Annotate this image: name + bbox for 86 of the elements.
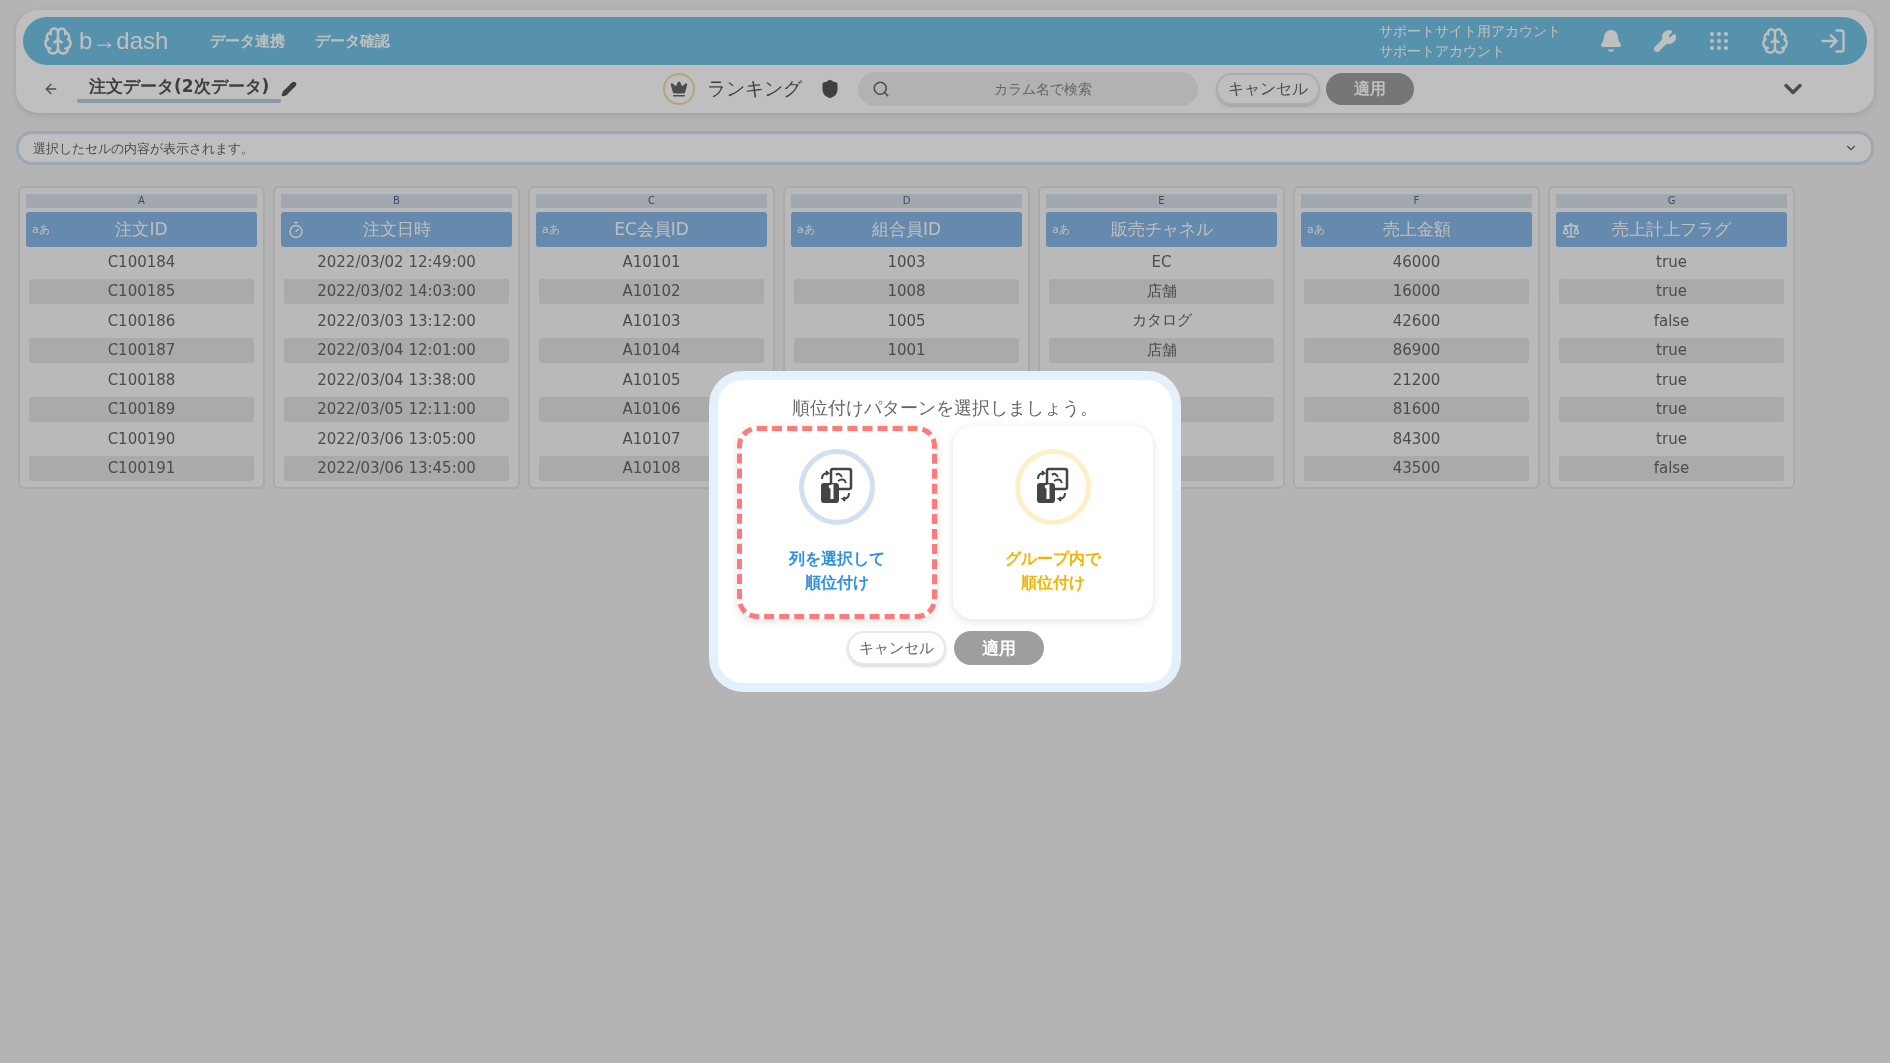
table-cell: 86900 (1304, 337, 1529, 363)
table-cell: 1001 (794, 337, 1019, 363)
table-cell: C100189 (29, 396, 254, 422)
table-cell: 16000 (1304, 278, 1529, 304)
column-letter: C (536, 194, 767, 208)
logo-text: b→dash (79, 27, 169, 55)
cell-preview-field[interactable]: 選択したセルの内容が表示されます。 (16, 131, 1874, 165)
table-cell: A10102 (539, 278, 764, 304)
table-cell: C100185 (29, 278, 254, 304)
mode-label: ランキング (706, 76, 802, 101)
table-cell-text: true (1655, 428, 1688, 450)
table-cell: 43500 (1304, 455, 1529, 481)
column-header[interactable]: aあ 注文ID (26, 212, 257, 247)
column-letter: D (791, 194, 1022, 208)
table-cell: C100191 (29, 455, 254, 481)
column-letter: E (1046, 194, 1277, 208)
text-type-icon: aあ (542, 222, 560, 237)
table-cell: 店舗 (1049, 278, 1274, 304)
column-letter: A (26, 194, 257, 208)
logo[interactable]: b→dash (43, 26, 169, 56)
table-cell-text: 21200 (1391, 369, 1442, 391)
column-header[interactable]: 売上計上フラグ (1556, 212, 1787, 247)
text-type-icon: aあ (1307, 222, 1325, 237)
pencil-icon[interactable] (281, 81, 298, 97)
table-cell: 店舗 (1049, 337, 1274, 363)
table-cell-text: 1005 (886, 310, 927, 332)
table-cell: 2022/03/02 14:03:00 (284, 278, 509, 304)
table-cell-text: 2022/03/02 12:49:00 (316, 251, 477, 273)
stopwatch-icon (287, 220, 305, 239)
table-cell: 81600 (1304, 396, 1529, 422)
table-cell-text: C100190 (106, 428, 177, 450)
cancel-button[interactable]: キャンセル (846, 631, 946, 665)
table-cell-text: false (1652, 310, 1691, 332)
cancel-button[interactable]: キャンセル (1215, 73, 1320, 105)
text-type-icon: aあ (32, 222, 50, 237)
search-icon (871, 80, 890, 98)
table-cell: 1008 (794, 278, 1019, 304)
column-letter: G (1556, 194, 1787, 208)
nav-link[interactable]: データ確認 (315, 31, 391, 51)
table-cell: true (1559, 278, 1784, 304)
table-cell-text: A10101 (621, 251, 682, 273)
table-cell: 2022/03/06 13:45:00 (284, 455, 509, 481)
table-cell-text: true (1655, 251, 1688, 273)
column-header[interactable]: 注文日時 (281, 212, 512, 247)
table-cell-text: C100184 (106, 251, 177, 273)
table-cell: 2022/03/05 12:11:00 (284, 396, 509, 422)
table-cell-text: true (1655, 369, 1688, 391)
table-cell-text: 84300 (1391, 428, 1442, 450)
table-cell-text: C100188 (106, 369, 177, 391)
table-cell-text: 2022/03/04 13:38:00 (316, 369, 477, 391)
back-icon[interactable] (43, 81, 59, 97)
table-cell: true (1559, 337, 1784, 363)
table-cell-text: 2022/03/03 13:12:00 (316, 310, 477, 332)
nav-link[interactable]: データ連携 (210, 31, 286, 51)
table-cell-text: 1003 (886, 251, 927, 273)
column-header[interactable]: aあ EC会員ID (536, 212, 767, 247)
column-header[interactable]: aあ 売上金額 (1301, 212, 1532, 247)
crown-icon (662, 73, 695, 105)
text-type-icon: aあ (797, 222, 815, 237)
column-header[interactable]: aあ 販売チャネル (1046, 212, 1277, 247)
column-letter: F (1301, 194, 1532, 208)
table-cell-text: A10107 (621, 428, 682, 450)
table-cell: false (1559, 455, 1784, 481)
table-title: 注文データ(2次データ) (77, 75, 282, 103)
table-cell-text: A10105 (621, 369, 682, 391)
table-cell-text: A10103 (621, 310, 682, 332)
dialog-title: 順位付けパターンを選択しましょう。 (792, 396, 1098, 420)
table-cell: 2022/03/04 12:01:00 (284, 337, 509, 363)
table-cell-text: C100186 (106, 310, 177, 332)
column-letter: B (281, 194, 512, 208)
search-field[interactable]: カラム名で検索 (857, 72, 1198, 106)
table-cell-text: カタログ (1130, 310, 1193, 332)
table-cell-text: 2022/03/06 13:05:00 (316, 428, 477, 450)
pattern-option[interactable]: 列を選択して 順位付け (737, 426, 937, 619)
text-type-icon: aあ (1052, 222, 1070, 237)
table-cell-text: 46000 (1391, 251, 1442, 273)
scale-icon (1562, 220, 1580, 239)
account-name: サポートアカウント (1379, 42, 1506, 61)
table-cell-text: EC (1150, 251, 1173, 273)
table-cell: C100187 (29, 337, 254, 363)
table-cell-text: 42600 (1391, 310, 1442, 332)
logo-icon (43, 26, 73, 56)
account-name: サポートサイト用アカウント (1379, 22, 1561, 41)
table-cell: A10104 (539, 337, 764, 363)
column-header[interactable]: aあ 組合員ID (791, 212, 1022, 247)
table-cell: true (1559, 396, 1784, 422)
